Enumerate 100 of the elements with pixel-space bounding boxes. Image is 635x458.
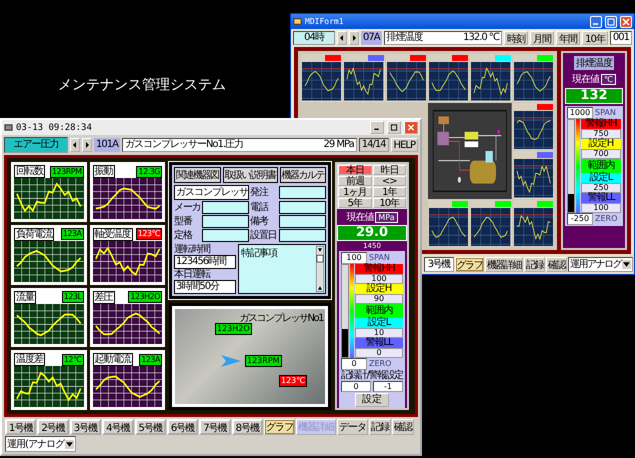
toolbar-button[interactable]: 時刻: [504, 31, 528, 45]
input-field[interactable]: [279, 229, 326, 242]
close-button[interactable]: [404, 121, 418, 134]
equipment-name-field: ガスコンプレッサ: [174, 185, 249, 200]
today-run-field: 3時間50分: [174, 280, 236, 294]
notes-field[interactable]: 特記事項: [238, 244, 326, 294]
reading-badge: 12.3G: [136, 166, 162, 178]
band-label: 範囲内: [581, 159, 621, 173]
period-button[interactable]: 前週: [338, 176, 372, 186]
previous-button[interactable]: [70, 138, 80, 152]
right-arrow-icon: [84, 142, 90, 148]
info-button[interactable]: 関連機器図: [174, 167, 220, 183]
photo-caption: ガスコンプレッサNo1: [240, 312, 323, 325]
sensor-label: 起動電流: [92, 353, 132, 366]
action-button[interactable]: グラフ: [454, 256, 484, 272]
trend-chart: [514, 110, 553, 149]
toolbar-button[interactable]: 10年: [582, 31, 608, 45]
value-tag: 123RPM: [245, 355, 282, 367]
unit-button[interactable]: 1号機: [5, 419, 36, 435]
reading-badge: 123L: [62, 291, 84, 303]
arrow-icon: [221, 355, 241, 367]
period-button[interactable]: 10年: [372, 198, 406, 208]
zero-label: ZERO: [369, 359, 392, 369]
action-button[interactable]: グラフ: [264, 419, 295, 435]
unit-field: 3号機: [424, 256, 454, 272]
channel-label: 排煙温度: [574, 56, 614, 70]
period-button[interactable]: 昨日: [372, 165, 406, 175]
unit-button[interactable]: 6号機: [166, 419, 198, 435]
setting-field[interactable]: -1: [373, 381, 403, 392]
channel-reading: 132.0 ℃: [463, 32, 500, 44]
reading-badge: 12℃: [62, 354, 84, 366]
input-field[interactable]: [279, 186, 326, 199]
trend-chart: [428, 208, 468, 246]
input-field[interactable]: [202, 201, 249, 214]
window-title: MDIForm1: [305, 17, 344, 26]
field-label: 型番: [174, 216, 194, 228]
unit-button[interactable]: 3号機: [70, 419, 102, 435]
toolbar-button[interactable]: 年間: [556, 31, 580, 45]
trend-chart: [344, 62, 384, 100]
period-button[interactable]: 1年: [372, 187, 406, 197]
close-icon: [622, 18, 630, 26]
mode-dropdown[interactable]: 運用アナログ: [568, 256, 633, 272]
action-button[interactable]: 機器詳細: [485, 256, 523, 272]
setting-field[interactable]: 0: [341, 381, 371, 392]
close-icon: [407, 124, 415, 131]
band-label: 警報LL: [581, 193, 621, 203]
field-label: 備考: [250, 216, 270, 228]
next-button[interactable]: [349, 31, 359, 45]
toolbar-button[interactable]: 月間: [530, 31, 554, 45]
help-button[interactable]: HELP: [390, 138, 418, 152]
period-button[interactable]: 1ヶ月: [338, 187, 372, 197]
field-label: 発注: [250, 186, 270, 198]
action-button[interactable]: 確認: [392, 419, 414, 435]
scrollbar[interactable]: [316, 246, 324, 292]
zero-value: -250: [567, 213, 593, 225]
reading-badge: 123A: [139, 354, 162, 366]
field-label: メーカ: [174, 202, 201, 214]
action-button[interactable]: 記録: [524, 256, 545, 272]
channel-tag: 101A: [94, 138, 120, 152]
unit-button[interactable]: 7号機: [199, 419, 231, 435]
info-button[interactable]: 機器カルテ: [280, 167, 326, 183]
info-button[interactable]: 取扱い説明書: [222, 167, 278, 183]
action-button[interactable]: データ: [337, 419, 368, 435]
unit-button[interactable]: 2号機: [37, 419, 69, 435]
trend-chart: [514, 208, 553, 246]
unit-badge: MPa: [375, 212, 398, 222]
input-field[interactable]: [279, 201, 326, 214]
input-field[interactable]: [202, 229, 249, 242]
period-button[interactable]: 5年: [338, 198, 372, 208]
reading-badge: 123RPM: [50, 166, 84, 178]
action-button[interactable]: 確認: [546, 256, 567, 272]
input-field[interactable]: [202, 215, 249, 228]
close-button[interactable]: [620, 16, 632, 28]
next-button[interactable]: [82, 138, 92, 152]
sensor-label: 軸受温度: [92, 228, 132, 241]
app-caption: メンテナンス管理システム: [58, 76, 226, 94]
right-arrow-icon: [351, 35, 357, 41]
period-button[interactable]: <>: [372, 176, 406, 186]
field-label: 電話: [250, 202, 270, 214]
maximize-button[interactable]: [387, 121, 401, 134]
span-value: 100: [341, 252, 367, 264]
mode-dropdown[interactable]: 運用(アナログ: [5, 436, 76, 452]
unit-button[interactable]: 4号機: [102, 419, 134, 435]
value-display: 29.0: [337, 225, 407, 241]
previous-button[interactable]: [337, 31, 347, 45]
unit-button[interactable]: 8号機: [232, 419, 263, 435]
settings-button[interactable]: 設定: [355, 393, 389, 407]
band-value: 750: [581, 129, 621, 139]
minimize-button[interactable]: [370, 121, 384, 134]
today-run-label: 本日運転: [174, 269, 212, 280]
caret-icon: [622, 260, 631, 268]
band-value: 250: [581, 183, 621, 193]
sensor-label: 振動: [92, 165, 114, 178]
input-field[interactable]: [279, 215, 326, 228]
trend-chart: [514, 62, 553, 100]
action-button[interactable]: 記録: [369, 419, 391, 435]
period-button[interactable]: 本日: [338, 165, 372, 175]
unit-button[interactable]: 5号機: [134, 419, 166, 435]
caret-icon: [64, 440, 74, 448]
value-display: 132: [565, 88, 623, 104]
